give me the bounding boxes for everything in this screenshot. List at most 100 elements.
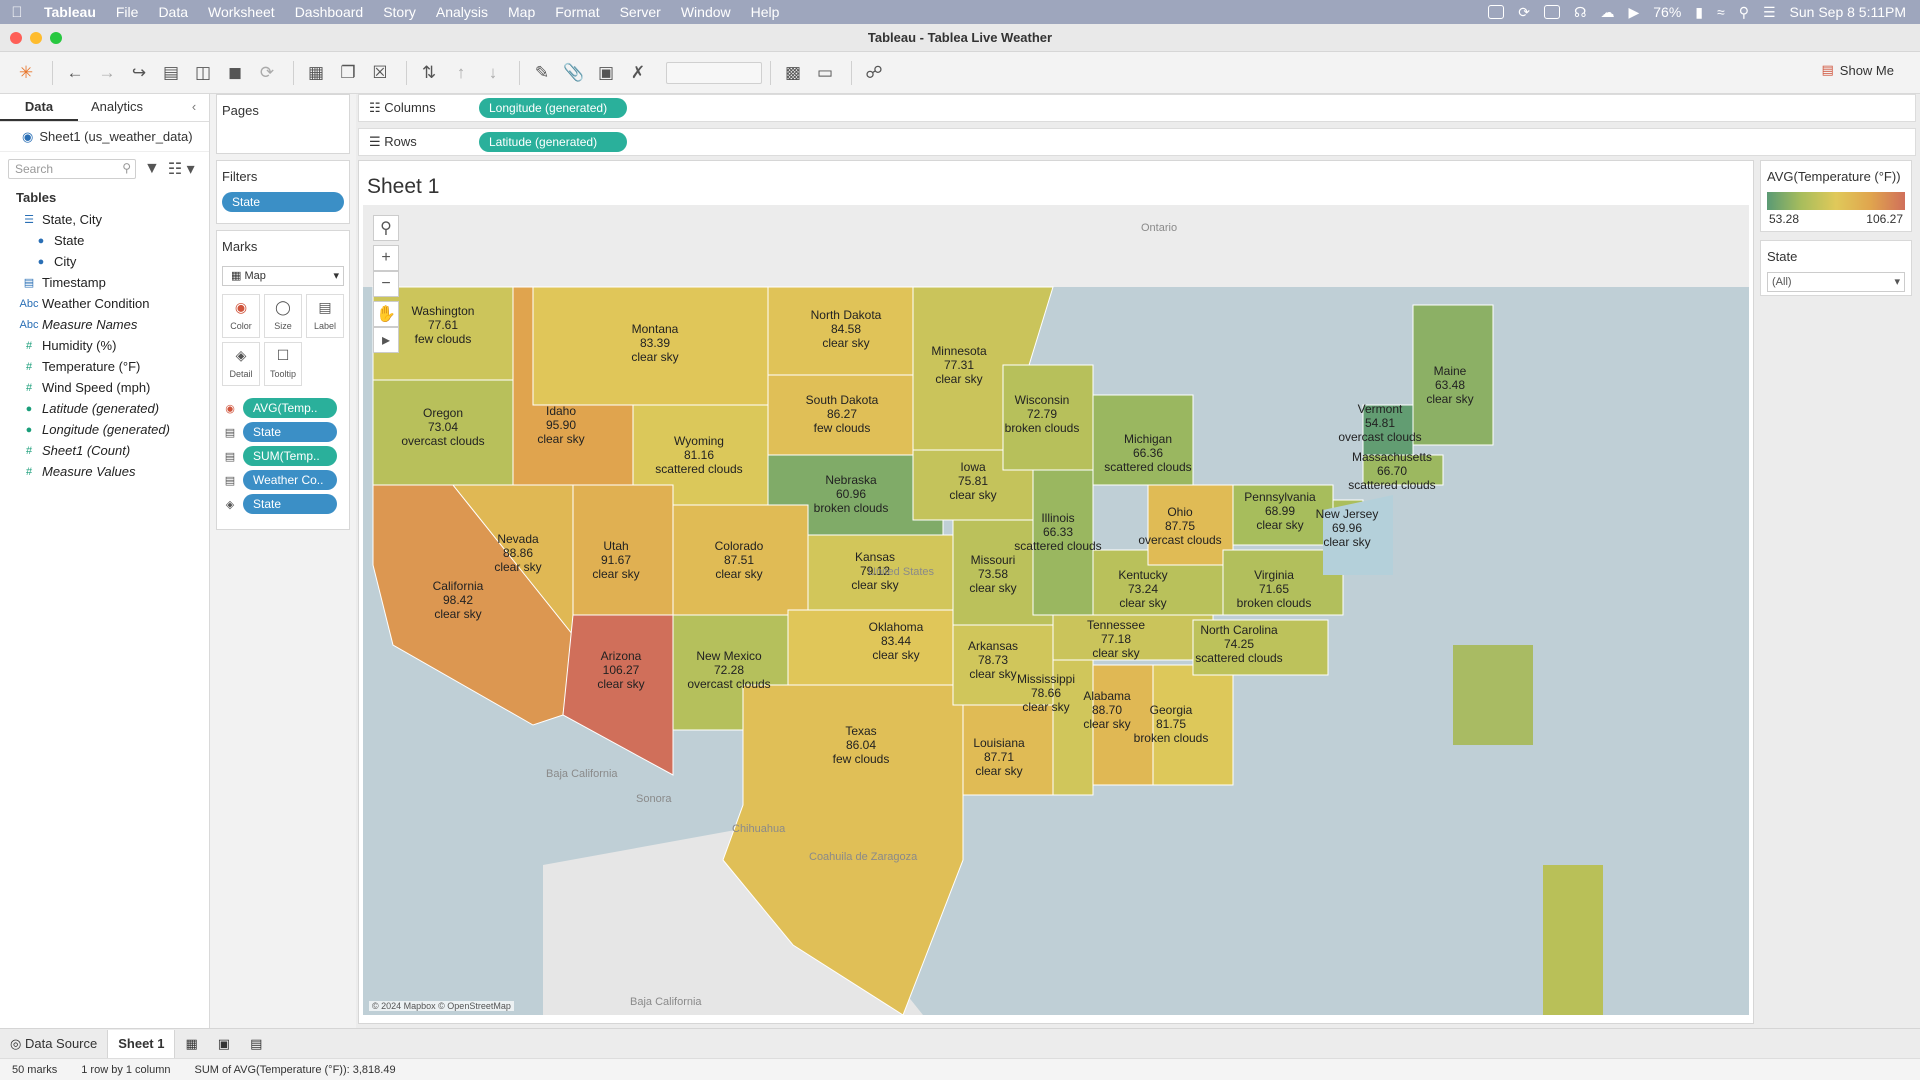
new-story-tab-icon[interactable]: ▤ bbox=[240, 1030, 272, 1058]
mark-pill-state-label[interactable]: State bbox=[243, 422, 337, 442]
field-temperature-f[interactable]: # Temperature (°F) bbox=[0, 356, 209, 377]
menu-server[interactable]: Server bbox=[610, 0, 671, 24]
fix-axes-icon[interactable]: ✗ bbox=[624, 59, 652, 87]
map-view[interactable]: Washington 77.61 few clouds Oregon 73.04 over… bbox=[363, 205, 1749, 1015]
menu-dashboard[interactable]: Dashboard bbox=[285, 0, 374, 24]
tab-data[interactable]: Data bbox=[0, 94, 78, 121]
field-latitude-generated[interactable]: ● Latitude (generated) bbox=[0, 398, 209, 419]
field-state-city[interactable]: ☰ State, City bbox=[0, 209, 209, 230]
battery-icon[interactable]: ▮ bbox=[1695, 4, 1703, 21]
zoom-window-button[interactable] bbox=[50, 32, 62, 44]
rows-shelf[interactable]: ☰ Rows Latitude (generated) bbox=[358, 128, 1916, 156]
swap-rows-columns-icon[interactable]: ⇅ bbox=[415, 59, 443, 87]
duplicate-sheet-icon[interactable]: ❐ bbox=[334, 59, 362, 87]
sync-icon[interactable]: ⟳ bbox=[1518, 4, 1530, 21]
mark-pill-state-detail[interactable]: State bbox=[243, 494, 337, 514]
tableau-logo-icon[interactable]: ✳ bbox=[12, 59, 40, 87]
wifi-icon[interactable]: ≈ bbox=[1717, 4, 1725, 20]
field-measure-names[interactable]: Abc Measure Names bbox=[0, 314, 209, 335]
field-weather-condition[interactable]: Abc Weather Condition bbox=[0, 293, 209, 314]
cloud-icon[interactable]: ☁ bbox=[1600, 4, 1614, 21]
filters-card[interactable]: Filters State bbox=[216, 160, 350, 224]
headphones-icon[interactable]: ☊ bbox=[1574, 4, 1586, 21]
view-options-icon[interactable]: ☷ ▾ bbox=[168, 159, 195, 179]
color-button[interactable]: ◉ Color bbox=[222, 294, 260, 338]
sort-descending-icon[interactable]: ↓ bbox=[479, 59, 507, 87]
menu-app-name[interactable]: Tableau bbox=[34, 0, 106, 24]
mark-pill-sum-temp[interactable]: SUM(Temp.. bbox=[243, 446, 337, 466]
field-measure-values[interactable]: # Measure Values bbox=[0, 461, 209, 482]
expand-toolbar-icon[interactable]: ▸ bbox=[373, 327, 399, 353]
tab-data-source[interactable]: ◎ Data Source bbox=[0, 1030, 107, 1058]
menu-format[interactable]: Format bbox=[545, 0, 609, 24]
status-icon-2[interactable] bbox=[1544, 5, 1561, 19]
mark-pill-avg-temp[interactable]: AVG(Temp.. bbox=[243, 398, 337, 418]
field-timestamp[interactable]: ▤ Timestamp bbox=[0, 272, 209, 293]
menu-file[interactable]: File bbox=[106, 0, 149, 24]
field-state[interactable]: ● State bbox=[0, 230, 209, 251]
menu-window[interactable]: Window bbox=[671, 0, 741, 24]
new-dashboard-tab-icon[interactable]: ▣ bbox=[208, 1030, 240, 1058]
mark-pill-weather-condition[interactable]: Weather Co.. bbox=[243, 470, 337, 490]
state-west-virginia[interactable] bbox=[1453, 645, 1533, 745]
pan-tool-icon[interactable]: ✋ bbox=[373, 301, 399, 327]
datasource-item[interactable]: ◉ Sheet1 (us_weather_data) bbox=[0, 122, 209, 152]
color-legend[interactable]: AVG(Temperature (°F)) 53.28 106.27 bbox=[1760, 160, 1912, 232]
spotlight-icon[interactable]: ⚲ bbox=[1739, 4, 1749, 21]
group-icon[interactable]: 📎 bbox=[560, 59, 588, 87]
fit-dropdown[interactable] bbox=[666, 61, 762, 84]
field-city[interactable]: ● City bbox=[0, 251, 209, 272]
highlight-icon[interactable]: ✎ bbox=[528, 59, 556, 87]
clock[interactable]: Sun Sep 8 5:11PM bbox=[1790, 4, 1906, 20]
collapse-pane-icon[interactable]: ‹ bbox=[179, 94, 209, 121]
zoom-out-button[interactable]: − bbox=[373, 271, 399, 297]
menu-story[interactable]: Story bbox=[373, 0, 426, 24]
menu-data[interactable]: Data bbox=[148, 0, 198, 24]
us-state-map[interactable]: Washington 77.61 few cloudsOregon 73.04 over… bbox=[363, 205, 1749, 1015]
state-filter-dropdown[interactable]: (All) ▾ bbox=[1767, 272, 1905, 292]
detail-button[interactable]: ◈ Detail bbox=[222, 342, 260, 386]
size-button[interactable]: ◯ Size bbox=[264, 294, 302, 338]
undo-icon[interactable]: ← bbox=[61, 59, 89, 87]
menu-worksheet[interactable]: Worksheet bbox=[198, 0, 285, 24]
tooltip-button[interactable]: ☐ Tooltip bbox=[264, 342, 302, 386]
apple-icon[interactable]:  bbox=[0, 4, 34, 21]
share-icon[interactable]: ☍ bbox=[860, 59, 888, 87]
control-center-icon[interactable]: ☰ bbox=[1763, 4, 1776, 21]
show-cards-icon[interactable]: ▩ bbox=[779, 59, 807, 87]
show-me-button[interactable]: ▤ Show Me bbox=[1822, 62, 1895, 78]
tab-analytics[interactable]: Analytics bbox=[78, 94, 156, 121]
state-florida[interactable] bbox=[1543, 865, 1603, 1015]
field-sheet1-count[interactable]: # Sheet1 (Count) bbox=[0, 440, 209, 461]
rows-pill[interactable]: Latitude (generated) bbox=[479, 132, 627, 152]
minimize-window-button[interactable] bbox=[30, 32, 42, 44]
replay-icon[interactable]: ↪ bbox=[125, 59, 153, 87]
sheet-title[interactable]: Sheet 1 bbox=[367, 175, 439, 199]
battery-percent[interactable]: 76% bbox=[1653, 4, 1681, 20]
refresh-icon[interactable]: ⟳ bbox=[253, 59, 281, 87]
presentation-mode-icon[interactable]: ▭ bbox=[811, 59, 839, 87]
redo-icon[interactable]: → bbox=[93, 59, 121, 87]
save-icon[interactable]: ▤ bbox=[157, 59, 185, 87]
field-search-input[interactable]: Search ⚲ bbox=[8, 159, 136, 179]
columns-shelf[interactable]: ☷ Columns Longitude (generated) bbox=[358, 94, 1916, 122]
show-labels-icon[interactable]: ▣ bbox=[592, 59, 620, 87]
menu-map[interactable]: Map bbox=[498, 0, 545, 24]
close-window-button[interactable] bbox=[10, 32, 22, 44]
new-datasource-icon[interactable]: ◫ bbox=[189, 59, 217, 87]
pause-updates-icon[interactable]: ◼ bbox=[221, 59, 249, 87]
field-longitude-generated[interactable]: ● Longitude (generated) bbox=[0, 419, 209, 440]
sort-ascending-icon[interactable]: ↑ bbox=[447, 59, 475, 87]
columns-pill[interactable]: Longitude (generated) bbox=[479, 98, 627, 118]
new-worksheet-icon[interactable]: ▦ bbox=[302, 59, 330, 87]
filter-pill-state[interactable]: State bbox=[222, 192, 344, 212]
clear-sheet-icon[interactable]: ☒ bbox=[366, 59, 394, 87]
mark-type-dropdown[interactable]: ▦ Map ▾ bbox=[222, 266, 344, 286]
pages-card[interactable]: Pages bbox=[216, 94, 350, 154]
field-humidity[interactable]: # Humidity (%) bbox=[0, 335, 209, 356]
tab-sheet1[interactable]: Sheet 1 bbox=[107, 1029, 176, 1058]
menu-analysis[interactable]: Analysis bbox=[426, 0, 498, 24]
new-worksheet-tab-icon[interactable]: ▦ bbox=[175, 1030, 207, 1058]
menu-help[interactable]: Help bbox=[741, 0, 790, 24]
map-search-icon[interactable]: ⚲ bbox=[373, 215, 399, 241]
